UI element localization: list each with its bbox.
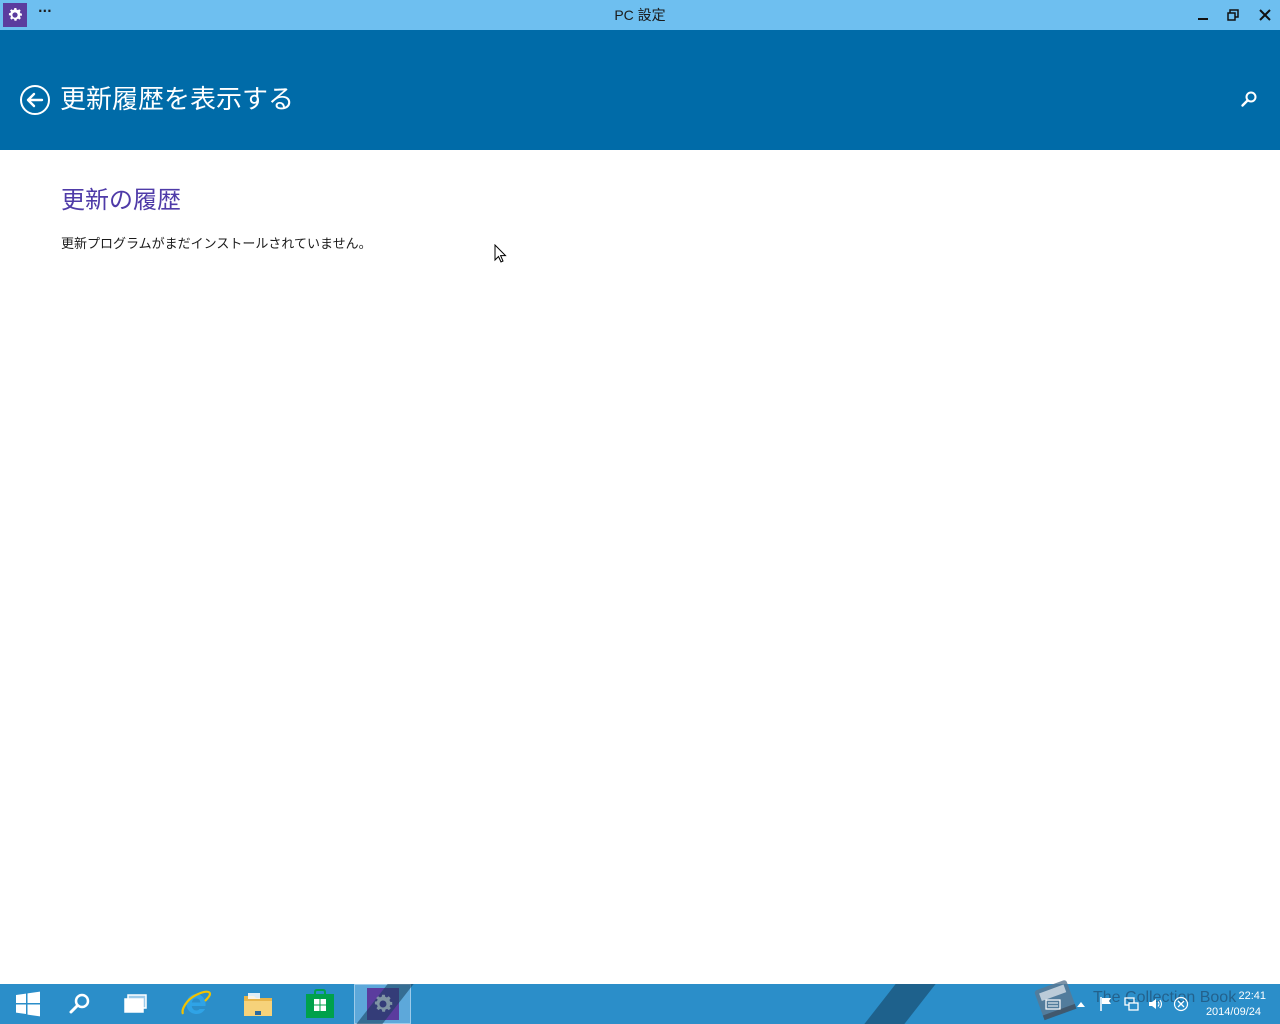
search-icon bbox=[69, 993, 90, 1014]
network-icon bbox=[1124, 997, 1139, 1011]
restore-icon bbox=[1227, 9, 1239, 21]
task-view-icon bbox=[124, 994, 147, 1013]
title-bar: ··· PC 設定 bbox=[0, 0, 1280, 30]
search-button[interactable] bbox=[1240, 90, 1260, 110]
mouse-cursor-icon bbox=[494, 244, 507, 263]
clock-date[interactable]: 2014/09/24 bbox=[1190, 1006, 1261, 1018]
show-hidden-icons-button[interactable] bbox=[1073, 996, 1089, 1012]
task-view-button[interactable] bbox=[108, 984, 164, 1024]
store-icon bbox=[306, 989, 334, 1018]
store-button[interactable] bbox=[292, 984, 348, 1024]
speaker-icon bbox=[1149, 999, 1162, 1009]
taskbar-search-button[interactable] bbox=[52, 984, 108, 1024]
start-button[interactable] bbox=[0, 984, 56, 1024]
restore-button[interactable] bbox=[1218, 0, 1248, 30]
page-title: 更新履歴を表示する bbox=[60, 85, 295, 115]
main-content: 更新の履歴 更新プログラムがまだインストールされていません。 bbox=[0, 150, 1280, 984]
search-icon bbox=[1241, 91, 1257, 107]
page-header: 更新履歴を表示する bbox=[0, 30, 1280, 150]
keyboard-icon bbox=[1045, 999, 1061, 1010]
clock-time[interactable]: 22:41 bbox=[1206, 990, 1266, 1002]
close-button[interactable] bbox=[1250, 0, 1280, 30]
file-explorer-icon bbox=[244, 993, 272, 1016]
status-tray-button[interactable] bbox=[1173, 996, 1189, 1012]
volume-tray-button[interactable] bbox=[1147, 996, 1163, 1012]
minimize-button[interactable] bbox=[1188, 0, 1218, 30]
flag-icon bbox=[1100, 997, 1111, 1011]
taskbar: The Collection Book 22:41 2014/09/24 bbox=[0, 980, 1280, 1024]
chevron-up-icon bbox=[1077, 1002, 1085, 1007]
minimize-icon bbox=[1198, 18, 1208, 20]
internet-explorer-icon bbox=[181, 990, 212, 1015]
close-icon bbox=[1259, 9, 1271, 21]
action-center-tray-button[interactable] bbox=[1098, 996, 1114, 1012]
keyboard-tray-button[interactable] bbox=[1045, 996, 1061, 1012]
network-tray-button[interactable] bbox=[1123, 996, 1139, 1012]
internet-explorer-button[interactable] bbox=[168, 984, 224, 1024]
back-arrow-icon bbox=[20, 85, 50, 115]
no-updates-message: 更新プログラムがまだインストールされていません。 bbox=[61, 237, 372, 252]
windows-start-icon bbox=[16, 991, 40, 1017]
file-explorer-button[interactable] bbox=[230, 984, 286, 1024]
window-title: PC 設定 bbox=[614, 7, 666, 23]
back-button[interactable] bbox=[19, 84, 51, 116]
close-circle-icon bbox=[1173, 996, 1189, 1012]
section-title: 更新の履歴 bbox=[61, 186, 181, 214]
taskbar-decoration bbox=[864, 984, 936, 1024]
